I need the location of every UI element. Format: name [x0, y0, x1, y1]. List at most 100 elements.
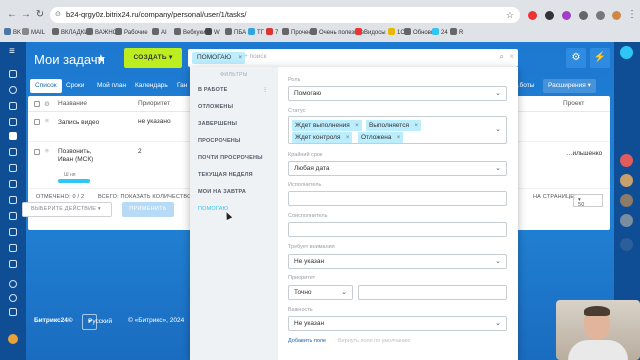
group-action-select[interactable]: ВЫБЕРИТЕ ДЕЙСТВИЕ ▾ — [22, 202, 112, 217]
bookmark-item[interactable]: ТГ — [248, 28, 264, 39]
importance-select[interactable]: Не указан ⌄ — [288, 316, 507, 331]
bookmark-item[interactable]: 24 — [432, 28, 448, 39]
company-icon[interactable] — [9, 244, 17, 252]
status-chip[interactable]: Ждет выполнения × — [292, 120, 362, 131]
tab-deadlines[interactable]: Сроки — [61, 79, 89, 93]
bookmark-star-icon[interactable]: ☆ — [506, 7, 514, 23]
status-chip[interactable]: Отложена × — [358, 132, 404, 143]
filter-search-bar[interactable]: ПОМОГАЮ × + поиск ⌕ × — [188, 49, 518, 67]
analytics-icon[interactable] — [9, 228, 17, 236]
site-info-icon[interactable]: ⊙ — [55, 7, 61, 23]
bookmark-item[interactable]: Обновы — [404, 28, 435, 39]
create-task-button[interactable]: СОЗДАТЬ ▾ — [124, 48, 182, 68]
apply-all-checkbox[interactable] — [180, 207, 186, 213]
row-menu-icon[interactable]: ≡ — [45, 148, 49, 155]
contact-avatar[interactable] — [620, 214, 633, 227]
sites-icon[interactable] — [9, 164, 17, 172]
tab-my-plan[interactable]: Мой план — [92, 79, 131, 93]
settings-icon[interactable] — [9, 294, 17, 302]
apply-button[interactable]: ПРИМЕНИТЬ — [122, 202, 174, 217]
tab-list[interactable]: Список — [30, 79, 62, 93]
executor-input[interactable] — [288, 191, 507, 206]
chip-remove-icon[interactable]: × — [397, 132, 401, 143]
column-priority[interactable]: Приоритет — [138, 100, 170, 107]
preset-tomorrow[interactable]: МОИ НА ЗАВТРА — [198, 189, 246, 195]
bookmark-item[interactable]: Прочее — [282, 28, 312, 39]
contact-avatar[interactable] — [620, 174, 633, 187]
search-icon[interactable]: ⌕ — [500, 52, 504, 62]
status-chip[interactable]: Выполняется × — [366, 120, 421, 131]
chip-remove-icon[interactable]: × — [355, 120, 359, 131]
browser-menu-icon[interactable]: ⋮ — [626, 9, 638, 21]
status-multiselect[interactable]: Ждет выполнения × Выполняется × Ждет контр… — [288, 116, 507, 144]
role-select[interactable]: Помогаю ⌄ — [288, 86, 507, 101]
column-project[interactable]: Проект — [563, 100, 584, 107]
coexecutor-input[interactable] — [288, 222, 507, 237]
extension-icon[interactable] — [528, 11, 537, 20]
chat-icon[interactable] — [9, 86, 17, 94]
select-all-checkbox[interactable] — [34, 101, 40, 107]
filter-chip[interactable]: ПОМОГАЮ × — [192, 52, 246, 64]
preset-overdue[interactable]: ПРОСРОЧЕНЫ — [198, 138, 241, 144]
apps-icon[interactable] — [9, 308, 17, 316]
footer-brand[interactable]: Битрикс24© — [34, 314, 73, 328]
tasks-icon[interactable] — [9, 132, 17, 140]
contact-avatar[interactable] — [620, 194, 633, 207]
priority-input[interactable] — [358, 285, 507, 300]
extensions-puzzle-icon[interactable] — [596, 11, 605, 20]
favorite-star-icon[interactable]: ★ — [96, 52, 106, 65]
drag-handle-icon[interactable]: ⁝ — [264, 86, 266, 94]
menu-burger-icon[interactable]: ≡ — [9, 47, 17, 57]
search-icon[interactable] — [620, 46, 633, 59]
bookmark-item[interactable]: R — [450, 28, 463, 39]
calendar-icon[interactable] — [9, 102, 17, 110]
status-chip[interactable]: Ждет контроля × — [292, 132, 353, 143]
column-name[interactable]: Название — [58, 100, 87, 107]
back-icon[interactable]: ← — [6, 9, 18, 21]
chip-remove-icon[interactable]: × — [238, 52, 242, 64]
extension-icon[interactable] — [579, 11, 588, 20]
preset-almost-overdue[interactable]: ПОЧТИ ПРОСРОЧЕНЫ — [198, 155, 263, 161]
reset-fields-link[interactable]: Вернуть поля по умолчанию — [338, 338, 410, 344]
preset-deferred[interactable]: ОТЛОЖЕНЫ — [198, 104, 233, 110]
automation-icon[interactable] — [9, 212, 17, 220]
row-checkbox[interactable] — [34, 149, 40, 155]
bookmark-item[interactable]: Видосы — [355, 28, 386, 39]
contact-avatar[interactable] — [620, 238, 633, 251]
robots-button[interactable]: ⚡ — [590, 48, 610, 68]
bookmark-item[interactable]: MAIL — [22, 28, 45, 39]
drive-icon[interactable] — [9, 118, 17, 126]
row-menu-icon[interactable]: ≡ — [45, 118, 49, 125]
crm-icon[interactable] — [9, 148, 17, 156]
chip-remove-icon[interactable]: × — [346, 132, 350, 143]
preset-current-week[interactable]: ТЕКУЩАЯ НЕДЕЛЯ — [198, 172, 253, 178]
bookmark-item[interactable]: BK — [4, 28, 21, 39]
preset-completed[interactable]: ЗАВЕРШЕНЫ — [198, 121, 237, 127]
clear-icon[interactable]: × — [509, 52, 514, 61]
task-title[interactable]: Запись видео — [58, 118, 118, 127]
bookmark-item[interactable]: AI — [152, 28, 167, 39]
chip-remove-icon[interactable]: × — [414, 120, 418, 131]
forward-icon[interactable]: → — [20, 9, 32, 21]
bookmark-item[interactable]: Рабочие — [115, 28, 148, 39]
preset-in-progress[interactable]: В РАБОТЕ — [198, 87, 228, 93]
language-select[interactable]: Русский ▾ — [82, 314, 112, 330]
per-page-select[interactable]: 50 ▾ — [573, 194, 603, 208]
more-icon[interactable] — [9, 260, 17, 268]
task-title[interactable]: Позвонить, Иван (МСК) — [58, 148, 100, 164]
notification-badge-icon[interactable] — [8, 334, 18, 344]
extensions-button[interactable]: Расширения ▾ — [543, 79, 596, 93]
attention-select[interactable]: Не указан ⌄ — [288, 254, 507, 269]
add-field-link[interactable]: Добавить поле — [288, 338, 326, 344]
chevron-down-icon[interactable]: ▾ — [169, 54, 173, 61]
bookmark-item[interactable]: 1С — [388, 28, 405, 39]
row-checkbox[interactable] — [34, 119, 40, 125]
deadline-select[interactable]: Любая дата ⌄ — [288, 161, 507, 176]
extension-icon[interactable] — [545, 11, 554, 20]
tab-calendar[interactable]: Календарь — [130, 79, 173, 93]
marketing-icon[interactable] — [9, 196, 17, 204]
profile-avatar[interactable] — [612, 11, 621, 20]
address-bar[interactable]: ⊙ b24-qrgy0z.bitrix24.ru/company/persona… — [50, 7, 520, 23]
settings-gear-button[interactable]: ⚙ — [566, 48, 586, 68]
priority-mode-select[interactable]: Точно ⌄ — [288, 285, 353, 300]
